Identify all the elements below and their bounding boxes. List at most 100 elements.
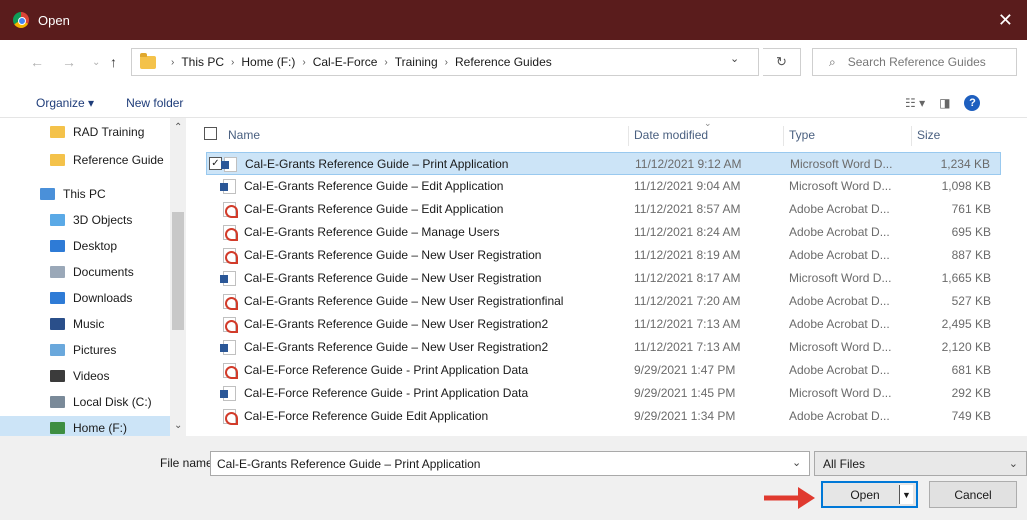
file-type: Adobe Acrobat D... <box>789 225 890 239</box>
breadcrumb-separator-icon[interactable]: › <box>445 57 448 68</box>
chevron-down-icon[interactable]: ⌄ <box>730 52 739 65</box>
file-name-input[interactable]: Cal-E-Grants Reference Guide – Print App… <box>210 451 810 476</box>
nav-item-label: Home (F:) <box>73 421 127 435</box>
breadcrumb-separator-icon[interactable]: › <box>302 57 305 68</box>
open-split-dropdown-icon[interactable]: ▼ <box>899 485 913 504</box>
help-icon[interactable]: ? <box>964 95 981 111</box>
view-controls: ☷ ▾ ◨ ? <box>905 95 981 111</box>
file-row[interactable]: Cal-E-Grants Reference Guide – New User … <box>206 244 1001 267</box>
nav-item[interactable]: Local Disk (C:) <box>0 390 170 414</box>
file-row[interactable]: Cal-E-Grants Reference Guide – New User … <box>206 290 1001 313</box>
select-all-checkbox[interactable] <box>204 127 217 140</box>
file-row[interactable]: Cal-E-Grants Reference Guide – New User … <box>206 267 1001 290</box>
file-date: 11/12/2021 7:13 AM <box>634 317 741 331</box>
document-icon <box>50 266 65 278</box>
nav-item[interactable]: RAD Training <box>0 120 170 144</box>
nav-item[interactable]: Music <box>0 312 170 336</box>
view-options-icon[interactable]: ☷ ▾ <box>905 96 925 110</box>
file-name: Cal-E-Grants Reference Guide – New User … <box>244 317 549 331</box>
nav-item[interactable]: Documents <box>0 260 170 284</box>
file-date: 11/12/2021 9:12 AM <box>635 157 742 171</box>
breadcrumb-item[interactable]: This PC <box>181 55 224 69</box>
file-date: 9/29/2021 1:47 PM <box>634 363 736 377</box>
file-row[interactable]: Cal-E-Force Reference Guide - Print Appl… <box>206 382 1001 405</box>
search-input[interactable]: ⌕ Search Reference Guides <box>812 48 1017 76</box>
cube-icon <box>50 214 65 226</box>
nav-item[interactable]: Videos <box>0 364 170 388</box>
video-icon <box>50 370 65 382</box>
breadcrumb-item[interactable]: Training <box>395 55 438 69</box>
file-size: 761 KB <box>951 202 991 216</box>
file-name: Cal-E-Grants Reference Guide – New User … <box>244 271 542 285</box>
file-date: 11/12/2021 8:17 AM <box>634 271 741 285</box>
nav-item[interactable]: Desktop <box>0 234 170 258</box>
scroll-up-icon[interactable]: ⌃ <box>174 122 182 133</box>
open-button[interactable]: Open ▼ <box>821 481 918 508</box>
column-header-size[interactable]: Size <box>917 128 940 142</box>
file-name: Cal-E-Grants Reference Guide – New User … <box>244 340 549 354</box>
word-document-icon <box>220 340 236 355</box>
back-icon[interactable]: ← <box>30 54 44 70</box>
file-size: 1,665 KB <box>941 271 991 285</box>
file-row[interactable]: Cal-E-Force Reference Guide Edit Applica… <box>206 405 1001 428</box>
file-row[interactable]: Cal-E-Grants Reference Guide – New User … <box>206 313 1001 336</box>
new-folder-button[interactable]: New folder <box>126 96 183 110</box>
refresh-icon: ↻ <box>776 54 787 69</box>
column-header-type[interactable]: Type <box>789 128 815 142</box>
nav-item[interactable]: Downloads <box>0 286 170 310</box>
file-name-dropdown-icon[interactable]: ⌄ <box>792 456 801 469</box>
word-document-icon <box>220 386 236 401</box>
nav-item[interactable]: Reference Guide <box>0 148 170 172</box>
file-row[interactable]: Cal-E-Grants Reference Guide – Edit Appl… <box>206 198 1001 221</box>
nav-item[interactable]: This PC <box>0 182 170 206</box>
preview-pane-icon[interactable]: ◨ <box>939 96 950 110</box>
nav-item[interactable]: Home (F:) <box>0 416 170 436</box>
organize-button[interactable]: Organize ▾ <box>36 96 94 110</box>
close-icon[interactable]: ✕ <box>998 10 1013 31</box>
file-row[interactable]: Cal-E-Force Reference Guide - Print Appl… <box>206 359 1001 382</box>
breadcrumb-separator-icon[interactable]: › <box>171 57 174 68</box>
nav-item-label: Videos <box>73 369 110 383</box>
cancel-button[interactable]: Cancel <box>929 481 1017 508</box>
navigation-pane: RAD Training Reference Guide This PC 3D Obj… <box>0 118 188 436</box>
breadcrumb-item[interactable]: Reference Guides <box>455 55 552 69</box>
refresh-button[interactable]: ↻ <box>763 48 801 76</box>
breadcrumb-item[interactable]: Cal-E-Force <box>313 55 378 69</box>
forward-icon[interactable]: → <box>62 54 76 70</box>
file-row[interactable]: Cal-E-Grants Reference Guide – New User … <box>206 336 1001 359</box>
nav-item[interactable]: 3D Objects <box>0 208 170 232</box>
file-row[interactable]: Cal-E-Grants Reference Guide – Manage Us… <box>206 221 1001 244</box>
file-type: Microsoft Word D... <box>790 157 893 171</box>
file-row[interactable]: ✓ Cal-E-Grants Reference Guide – Print Ap… <box>206 152 1001 175</box>
file-name: Cal-E-Grants Reference Guide – New User … <box>244 248 542 262</box>
file-size: 887 KB <box>951 248 991 262</box>
file-row[interactable]: Cal-E-Grants Reference Guide – Edit Appl… <box>206 175 1001 198</box>
file-name: Cal-E-Force Reference Guide - Print Appl… <box>244 386 529 400</box>
chevron-down-icon: ⌄ <box>1008 458 1018 470</box>
column-header-name[interactable]: Name <box>228 128 260 142</box>
breadcrumb-separator-icon[interactable]: › <box>231 57 234 68</box>
nav-item-label: Music <box>73 317 105 331</box>
file-name: Cal-E-Grants Reference Guide – New User … <box>244 294 564 308</box>
file-type: Microsoft Word D... <box>789 340 892 354</box>
window-title: Open <box>38 12 70 28</box>
breadcrumb-separator-icon[interactable]: › <box>384 57 387 68</box>
recent-chevron-icon[interactable]: ⌄ <box>92 57 100 68</box>
nav-scrollbar-thumb[interactable] <box>172 212 184 330</box>
nav-item[interactable]: Pictures <box>0 338 170 362</box>
disk-icon <box>50 396 65 408</box>
nav-item-label: This PC <box>63 187 106 201</box>
column-header-date[interactable]: Date modified <box>634 128 708 142</box>
scroll-down-icon[interactable]: ⌄ <box>174 420 182 431</box>
file-date: 11/12/2021 7:20 AM <box>634 294 741 308</box>
file-type: Adobe Acrobat D... <box>789 202 890 216</box>
title-bar: Open ✕ <box>0 0 1027 40</box>
breadcrumb-item[interactable]: Home (F:) <box>241 55 295 69</box>
nav-item-label: RAD Training <box>73 125 145 139</box>
address-bar[interactable]: › This PC › Home (F:) › Cal-E-Force › Training ›… <box>131 48 759 76</box>
search-placeholder: Search Reference Guides <box>847 55 986 69</box>
folder-icon <box>50 154 65 166</box>
up-icon[interactable]: ↑ <box>110 54 117 70</box>
file-type-filter[interactable]: All Files ⌄ <box>814 451 1027 476</box>
file-name: Cal-E-Grants Reference Guide – Manage Us… <box>244 225 500 239</box>
